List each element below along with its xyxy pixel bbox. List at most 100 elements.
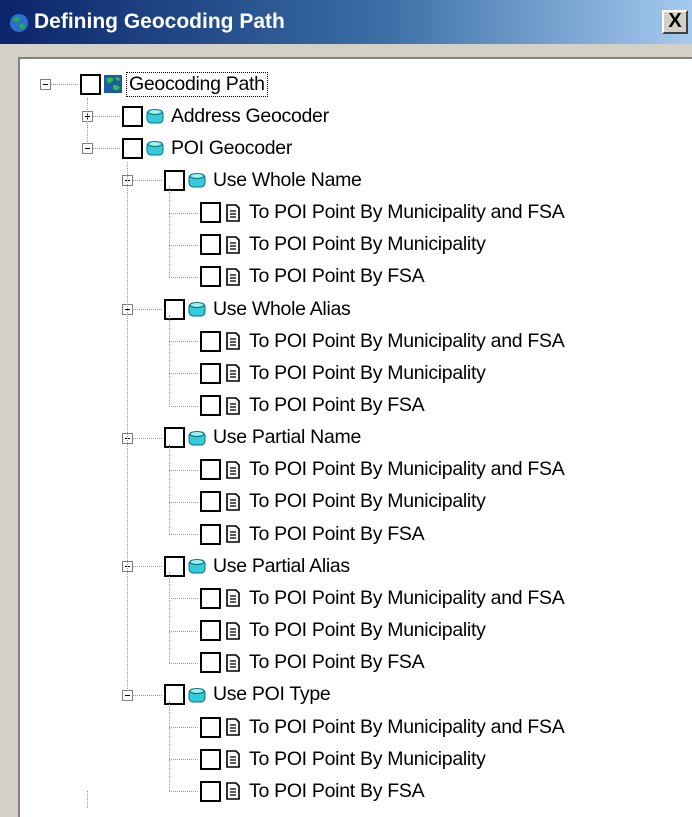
tree-guide-line	[169, 727, 198, 728]
tree-guide-line	[169, 443, 170, 535]
tree-guide-line	[169, 405, 198, 407]
checkbox[interactable]	[200, 491, 221, 513]
collapse-toggle[interactable]	[40, 79, 51, 90]
checkbox[interactable]	[200, 395, 221, 416]
tree-guide-line	[93, 116, 120, 118]
checkbox[interactable]	[200, 234, 221, 256]
document-icon	[226, 782, 240, 801]
tree-node-label: Geocoding Path	[126, 71, 268, 97]
tree-node-label: To POI Point By FSA	[249, 394, 425, 416]
document-icon	[226, 653, 240, 672]
tree-node-rule[interactable]: To POI Point By Municipality	[200, 488, 488, 516]
checkbox[interactable]	[164, 427, 185, 449]
tree-node-geocoding-path[interactable]: Geocoding Path	[80, 70, 268, 98]
document-icon	[226, 621, 240, 640]
tree-node-label: Use Partial Name	[213, 426, 362, 449]
tree-node-rule[interactable]: To POI Point By Municipality and FSA	[200, 327, 566, 355]
checkbox[interactable]	[122, 105, 143, 127]
checkbox[interactable]	[164, 169, 185, 191]
tree-guide-line	[133, 180, 162, 182]
tree-node-use-whole-name[interactable]: Use Whole Name	[164, 166, 364, 194]
checkbox[interactable]	[164, 684, 185, 706]
checkbox[interactable]	[122, 137, 143, 159]
tree-node-rule[interactable]: To POI Point By Municipality and FSA	[200, 199, 566, 227]
title-bar: Defining Geocoding Path X	[0, 0, 692, 44]
tree-node-label: To POI Point By FSA	[249, 651, 425, 674]
tree-node-label: To POI Point By FSA	[249, 265, 425, 288]
checkbox[interactable]	[200, 652, 221, 674]
checkbox[interactable]	[200, 587, 221, 609]
checkbox[interactable]	[80, 73, 101, 95]
document-icon	[226, 750, 240, 768]
tree-node-label: To POI Point By Municipality	[249, 619, 486, 642]
document-icon	[226, 460, 240, 479]
tree-guide-line	[169, 212, 198, 214]
tree-node-rule[interactable]: To POI Point By FSA	[200, 520, 426, 548]
tree-node-label: To POI Point By Municipality and FSA	[249, 458, 565, 481]
document-icon	[226, 268, 240, 286]
tree-guide-line	[169, 572, 170, 663]
tree-guide-line	[169, 501, 198, 503]
tree-node-rule[interactable]: To POI Point By Municipality and FSA	[200, 456, 566, 484]
tree-node-label: Use POI Type	[213, 683, 331, 706]
tree-guide-line	[133, 437, 162, 439]
collapse-toggle[interactable]	[82, 143, 93, 155]
checkbox[interactable]	[200, 362, 221, 384]
tree-node-rule[interactable]: To POI Point By Municipality and FSA	[200, 713, 566, 741]
tree-guide-line	[87, 98, 88, 143]
tree-node-label: Use Whole Alias	[213, 297, 351, 320]
tree-node-rule[interactable]: To POI Point By FSA	[200, 263, 426, 291]
tree-guide-line	[169, 186, 170, 277]
tree-guide-line	[169, 534, 198, 536]
tree-guide-line	[169, 315, 170, 406]
tree-guide-line	[169, 341, 198, 343]
tree-guide-line	[133, 309, 162, 311]
tree-node-label: To POI Point By Municipality and FSA	[249, 201, 565, 224]
checkbox[interactable]	[200, 716, 221, 738]
database-icon	[146, 109, 164, 124]
tree-guide-line	[169, 276, 198, 278]
checkbox[interactable]	[200, 620, 221, 642]
tree-node-label: Use Partial Alias	[213, 554, 350, 577]
database-icon	[146, 141, 164, 156]
tree-node-use-poi-type[interactable]: Use POI Type	[164, 681, 332, 709]
checkbox[interactable]	[200, 748, 221, 770]
checkbox[interactable]	[164, 555, 185, 577]
tree-node-rule[interactable]: To POI Point By FSA	[200, 649, 426, 677]
checkbox[interactable]	[200, 202, 221, 224]
checkbox[interactable]	[200, 266, 221, 288]
checkbox[interactable]	[200, 459, 221, 481]
tree-node-label: To POI Point By Municipality and FSA	[249, 586, 565, 609]
tree-guide-line	[169, 244, 198, 246]
checkbox[interactable]	[200, 523, 221, 545]
tree-node-use-whole-alias[interactable]: Use Whole Alias	[164, 295, 352, 323]
tree-guide-line	[133, 694, 162, 696]
tree-node-address-geocoder[interactable]: Address Geocoder	[122, 102, 331, 130]
document-icon	[226, 493, 240, 511]
tree-node-rule[interactable]: To POI Point By Municipality	[200, 359, 488, 387]
tree-node-use-partial-alias[interactable]: Use Partial Alias	[164, 552, 352, 580]
tree-node-rule[interactable]: To POI Point By FSA	[200, 777, 426, 805]
tree-node-rule[interactable]: To POI Point By Municipality	[200, 231, 488, 259]
tree-node-rule[interactable]: To POI Point By Municipality	[200, 617, 488, 645]
tree-node-rule[interactable]: To POI Point By FSA	[200, 392, 426, 420]
checkbox[interactable]	[200, 330, 221, 352]
geocoding-tree[interactable]: Geocoding Path Address Geocoder POI Geoco…	[18, 57, 692, 817]
tree-guide-line	[169, 791, 198, 793]
database-icon	[188, 430, 206, 446]
tree-node-label: Address Geocoder	[171, 104, 329, 127]
tree-node-label: To POI Point By Municipality and FSA	[249, 329, 565, 352]
collapse-toggle[interactable]	[122, 689, 133, 701]
tree-node-label: To POI Point By Municipality	[249, 490, 486, 513]
tree-node-label: POI Geocoder	[171, 136, 293, 159]
tree-node-use-partial-name[interactable]: Use Partial Name	[164, 424, 363, 452]
checkbox[interactable]	[164, 298, 185, 320]
document-icon	[226, 332, 240, 350]
checkbox[interactable]	[200, 780, 221, 802]
tree-node-label: To POI Point By FSA	[249, 779, 425, 802]
tree-node-rule[interactable]: To POI Point By Municipality and FSA	[200, 584, 566, 612]
close-button[interactable]: X	[662, 10, 688, 34]
tree-node-rule[interactable]: To POI Point By Municipality	[200, 745, 488, 773]
document-icon	[226, 235, 240, 254]
tree-node-poi-geocoder[interactable]: POI Geocoder	[122, 134, 294, 162]
